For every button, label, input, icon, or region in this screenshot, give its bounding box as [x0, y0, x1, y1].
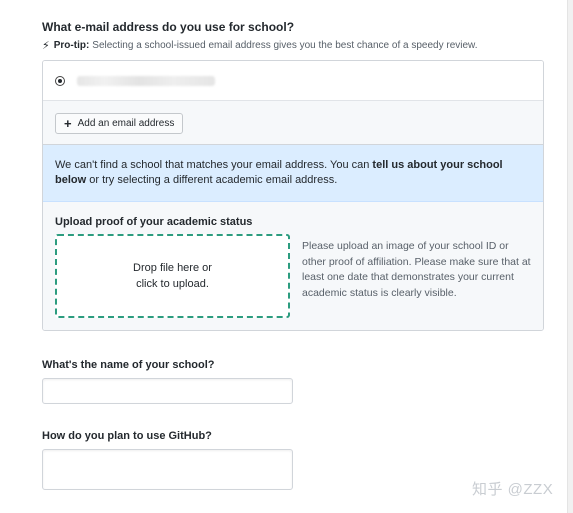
github-usage-group: How do you plan to use GitHub? — [42, 430, 293, 490]
notice-text-after: or try selecting a different academic em… — [86, 174, 338, 186]
protip-text: Selecting a school-issued email address … — [92, 40, 478, 51]
email-verification-box: + Add an email address We can't find a s… — [42, 60, 544, 331]
watermark: 知乎 @ZZX — [472, 481, 554, 498]
scrollbar[interactable] — [567, 0, 573, 513]
lightning-icon: ⚡ — [42, 40, 50, 52]
github-usage-textarea[interactable] — [42, 449, 293, 490]
upload-title: Upload proof of your academic status — [55, 216, 253, 228]
redacted-email — [77, 75, 215, 86]
file-dropzone[interactable]: Drop file here or click to upload. — [55, 234, 290, 318]
protip: ⚡ Pro-tip: Selecting a school-issued ema… — [42, 39, 544, 52]
email-radio[interactable] — [55, 75, 65, 86]
verification-form: What e-mail address do you use for schoo… — [42, 20, 544, 331]
protip-label: Pro-tip: — [53, 40, 90, 51]
school-name-label: What's the name of your school? — [42, 359, 215, 371]
add-email-row: + Add an email address — [43, 101, 543, 145]
github-usage-label: How do you plan to use GitHub? — [42, 430, 212, 442]
email-option[interactable] — [43, 61, 543, 101]
school-name-input[interactable] — [42, 378, 293, 404]
school-not-found-notice: We can't find a school that matches your… — [43, 145, 543, 202]
upload-help-text: Please upload an image of your school ID… — [301, 240, 531, 299]
dropzone-line-1: Drop file here or — [133, 262, 212, 274]
plus-icon: + — [64, 116, 72, 131]
dropzone-line-2: click to upload. — [136, 278, 209, 290]
upload-section: Upload proof of your academic status Dro… — [43, 202, 543, 330]
email-question: What e-mail address do you use for schoo… — [42, 20, 295, 34]
school-name-group: What's the name of your school? — [42, 359, 293, 404]
add-email-button[interactable]: + Add an email address — [55, 113, 184, 134]
add-email-label: Add an email address — [77, 118, 175, 129]
notice-text-before: We can't find a school that matches your… — [55, 159, 373, 171]
